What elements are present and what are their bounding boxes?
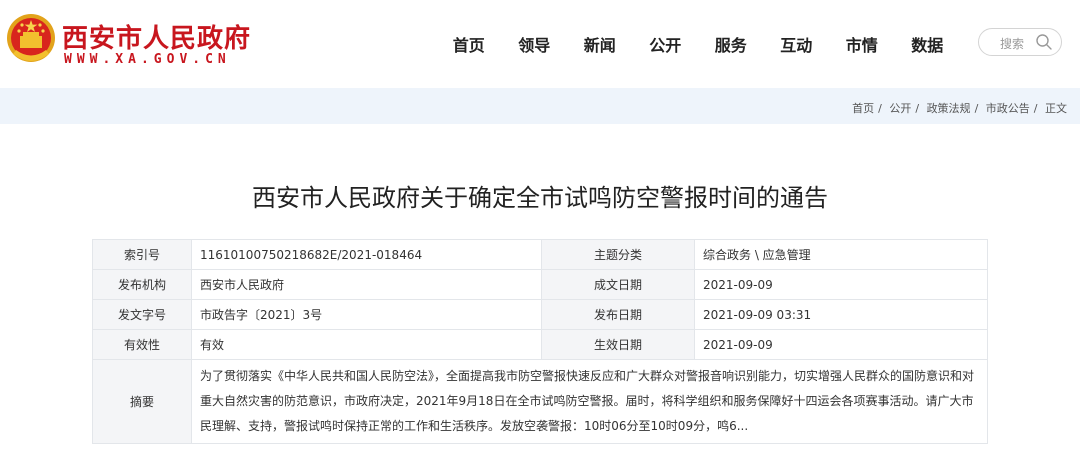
breadcrumb-current: 正文 [1045,102,1067,115]
breadcrumb: 首页 / 公开 / 政策法规 / 市政公告 / 正文 [850,100,1069,116]
validity-value: 有效 [191,329,542,360]
page-title: 西安市人民政府关于确定全市试鸣防空警报时间的通告 [252,184,828,212]
category-value: 综合政务 \ 应急管理 [694,239,988,270]
search-icon[interactable] [1035,33,1053,51]
nav-item-interaction[interactable]: 互动 [764,32,830,56]
table-row: 有效性 有效 生效日期 2021-09-09 [92,329,988,360]
nav-item-public[interactable]: 公开 [633,32,699,56]
table-row: 发布机构 西安市人民政府 成文日期 2021-09-09 [92,269,988,300]
search-placeholder: 搜索 [1000,37,1025,51]
breadcrumb-separator: / [1033,102,1038,115]
publisher-value: 西安市人民政府 [191,269,542,300]
table-row: 发文字号 市政告字〔2021〕3号 发布日期 2021-09-09 03:31 [92,299,988,330]
publish-date-value: 2021-09-09 03:31 [694,299,988,330]
breadcrumb-separator: / [915,102,920,115]
nav-item-home[interactable]: 首页 [436,32,502,56]
written-date-label: 成文日期 [541,269,695,300]
breadcrumb-separator: / [878,102,882,115]
nav-item-data[interactable]: 数据 [895,32,961,56]
publish-date-label: 发布日期 [541,299,695,330]
summary-label: 摘要 [92,359,192,444]
nav-item-city-info[interactable]: 市情 [829,32,895,56]
table-row: 摘要 为了贯彻落实《中华人民共和国人民防空法》，全面提高我市防空警报快速反应和广… [92,359,988,444]
nav-item-news[interactable]: 新闻 [567,32,633,56]
site-header: 西安市人民政府 WWW.XA.GOV.CN 首页 领导 新闻 公开 服务 互动 … [0,0,1080,88]
doc-number-value: 市政告字〔2021〕3号 [191,299,542,330]
index-value: 11610100750218682E/2021-018464 [191,239,542,270]
validity-label: 有效性 [92,329,192,360]
breadcrumb-home[interactable]: 首页 [852,102,874,115]
doc-number-label: 发文字号 [92,299,192,330]
search-input[interactable]: 搜索 [978,28,1062,56]
effective-date-value: 2021-09-09 [694,329,988,360]
breadcrumb-policy[interactable]: 政策法规 [927,102,971,115]
site-domain: WWW.XA.GOV.CN [64,52,231,67]
breadcrumb-separator: / [974,102,979,115]
publisher-label: 发布机构 [92,269,192,300]
main-nav: 首页 领导 新闻 公开 服务 互动 市情 数据 [436,32,960,56]
nav-item-leaders[interactable]: 领导 [502,32,568,56]
table-row: 索引号 11610100750218682E/2021-018464 主题分类 … [92,239,988,270]
effective-date-label: 生效日期 [541,329,695,360]
nav-item-services[interactable]: 服务 [698,32,764,56]
national-emblem-icon[interactable] [6,12,56,68]
index-label: 索引号 [92,239,192,270]
breadcrumb-public[interactable]: 公开 [889,102,911,115]
summary-text: 为了贯彻落实《中华人民共和国人民防空法》，全面提高我市防空警报快速反应和广大群众… [191,359,988,444]
document-info-table: 索引号 11610100750218682E/2021-018464 主题分类 … [92,239,988,444]
site-name[interactable]: 西安市人民政府 [62,18,251,55]
breadcrumb-announcements[interactable]: 市政公告 [986,102,1030,115]
category-label: 主题分类 [541,239,695,270]
written-date-value: 2021-09-09 [694,269,988,300]
